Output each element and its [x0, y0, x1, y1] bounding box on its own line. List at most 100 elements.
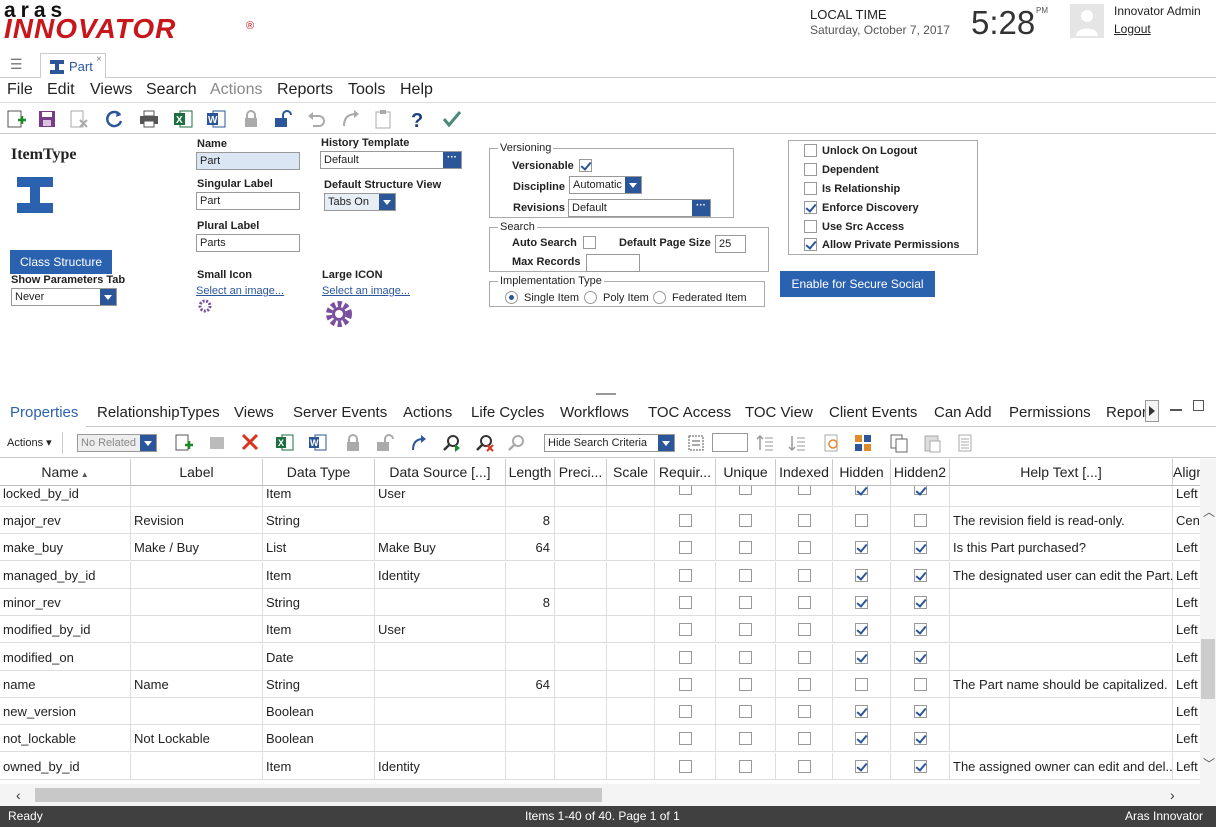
help-icon[interactable]: ?: [406, 108, 428, 130]
tab-server-events[interactable]: Server Events: [293, 404, 387, 421]
required-checkbox[interactable]: [679, 759, 692, 773]
cell-source[interactable]: Identity: [375, 561, 506, 589]
cell-align[interactable]: Left: [1173, 698, 1200, 725]
hidden2-checkbox[interactable]: [914, 705, 927, 719]
cell-help[interactable]: [950, 725, 1173, 753]
tab-actions[interactable]: Actions: [403, 404, 452, 421]
required-checkbox[interactable]: [679, 705, 692, 719]
cell-source[interactable]: [375, 507, 506, 534]
hidden2-checkbox[interactable]: [914, 541, 927, 555]
revisions-ellipsis-button[interactable]: ···: [692, 200, 710, 216]
cell-empty[interactable]: [607, 486, 655, 507]
unique-checkbox[interactable]: [739, 541, 752, 555]
cell-name[interactable]: name: [0, 670, 131, 698]
unique-checkbox[interactable]: [739, 705, 752, 719]
cell-label[interactable]: [131, 616, 263, 644]
scroll-up-icon[interactable]: ︿: [1203, 503, 1215, 520]
hidden-checkbox[interactable]: [855, 541, 868, 555]
hidden-checkbox[interactable]: [855, 705, 868, 719]
vertical-scroll-thumb[interactable]: [1201, 639, 1215, 699]
column-header-requir[interactable]: Requir...: [655, 459, 716, 486]
cell-align[interactable]: Left: [1173, 589, 1200, 616]
is-relationship-checkbox[interactable]: [804, 182, 817, 195]
tab-relationship-types[interactable]: RelationshipTypes: [97, 404, 220, 421]
tab-reports[interactable]: Repor: [1106, 404, 1146, 421]
tab-toc-access[interactable]: TOC Access: [648, 404, 731, 421]
hidden2-checkbox[interactable]: [914, 486, 927, 495]
hidden-checkbox[interactable]: [855, 650, 868, 664]
table-row[interactable]: modified_by_id Item User Left: [0, 616, 1200, 644]
indexed-checkbox[interactable]: [798, 568, 811, 582]
cell-align[interactable]: Left: [1173, 753, 1200, 780]
cell-label[interactable]: Revision: [131, 507, 263, 534]
indexed-checkbox[interactable]: [798, 514, 811, 527]
auto-search-checkbox[interactable]: [583, 236, 596, 249]
cell-empty[interactable]: [607, 643, 655, 671]
table-row[interactable]: major_rev Revision String 8 The revision fie…: [0, 507, 1200, 534]
tab-views[interactable]: Views: [234, 404, 274, 421]
indexed-checkbox[interactable]: [798, 541, 811, 555]
cell-help[interactable]: [950, 588, 1173, 616]
menu-edit[interactable]: Edit: [47, 81, 75, 99]
cell-empty[interactable]: [555, 670, 607, 698]
scroll-right-icon[interactable]: ›: [1170, 787, 1175, 803]
cell-length[interactable]: 8: [506, 588, 555, 616]
cell-label[interactable]: [131, 486, 263, 507]
paste-icon[interactable]: [372, 108, 394, 130]
grid-lock-icon[interactable]: [343, 433, 363, 453]
cell-empty[interactable]: [555, 698, 607, 726]
column-header-data-type[interactable]: Data Type: [263, 459, 375, 486]
no-related-select[interactable]: No Related: [77, 434, 157, 452]
cell-empty[interactable]: [607, 507, 655, 534]
indexed-checkbox[interactable]: [798, 623, 811, 637]
table-row[interactable]: modified_on Date Left: [0, 643, 1200, 671]
cell-type[interactable]: Item: [263, 561, 375, 589]
cell-align[interactable]: Left: [1173, 725, 1200, 752]
cell-empty[interactable]: [555, 643, 607, 671]
max-records-field[interactable]: [586, 254, 640, 272]
clear-search-icon[interactable]: [475, 433, 495, 453]
cell-length[interactable]: 8: [506, 507, 555, 534]
cell-source[interactable]: User: [375, 616, 506, 644]
sort-descending-icon[interactable]: [787, 433, 807, 453]
plural-label-field[interactable]: Parts: [196, 234, 300, 252]
cell-source[interactable]: [375, 698, 506, 726]
hidden-checkbox[interactable]: [855, 677, 868, 691]
table-row[interactable]: minor_rev String 8 Left: [0, 588, 1200, 616]
logout-link[interactable]: Logout: [1114, 22, 1151, 36]
column-header-name[interactable]: Name ▲: [0, 459, 131, 486]
search-criteria-select[interactable]: Hide Search Criteria: [544, 434, 675, 452]
cell-source[interactable]: [375, 725, 506, 753]
menu-views[interactable]: Views: [90, 81, 132, 99]
unique-checkbox[interactable]: [739, 759, 752, 773]
cell-label[interactable]: [131, 643, 263, 671]
required-checkbox[interactable]: [679, 623, 692, 637]
cell-type[interactable]: String: [263, 670, 375, 698]
new-item-icon[interactable]: [5, 108, 27, 130]
scroll-down-icon[interactable]: ﹀: [1203, 755, 1215, 772]
cell-label[interactable]: Not Lockable: [131, 725, 263, 753]
cell-name[interactable]: new_version: [0, 698, 131, 726]
unique-checkbox[interactable]: [739, 514, 752, 527]
column-header-help-text[interactable]: Help Text [...]: [950, 459, 1173, 486]
hidden2-checkbox[interactable]: [914, 623, 927, 637]
cell-name[interactable]: modified_by_id: [0, 616, 131, 644]
word-icon[interactable]: W: [205, 108, 227, 130]
user-avatar-icon[interactable]: [1070, 4, 1104, 38]
single-item-radio[interactable]: [505, 291, 518, 304]
poly-item-radio[interactable]: [584, 291, 597, 304]
cell-name[interactable]: major_rev: [0, 507, 131, 534]
tabs-scroll-right-icon[interactable]: [1145, 400, 1159, 422]
grid-excel-icon[interactable]: X: [275, 433, 295, 453]
horizontal-scroll-thumb[interactable]: [35, 788, 602, 802]
column-header-label[interactable]: Label: [131, 459, 263, 486]
table-row[interactable]: locked_by_id Item User Left: [0, 486, 1200, 507]
cell-empty[interactable]: [555, 616, 607, 644]
tab-part[interactable]: Part ×: [40, 53, 106, 78]
vertical-scrollbar[interactable]: ︿ ﹀: [1200, 459, 1216, 784]
table-row[interactable]: name Name String 64 The Part name should be …: [0, 670, 1200, 698]
menu-reports[interactable]: Reports: [277, 81, 333, 99]
cell-type[interactable]: String: [263, 588, 375, 616]
cell-type[interactable]: String: [263, 507, 375, 534]
cell-source[interactable]: User: [375, 486, 506, 507]
